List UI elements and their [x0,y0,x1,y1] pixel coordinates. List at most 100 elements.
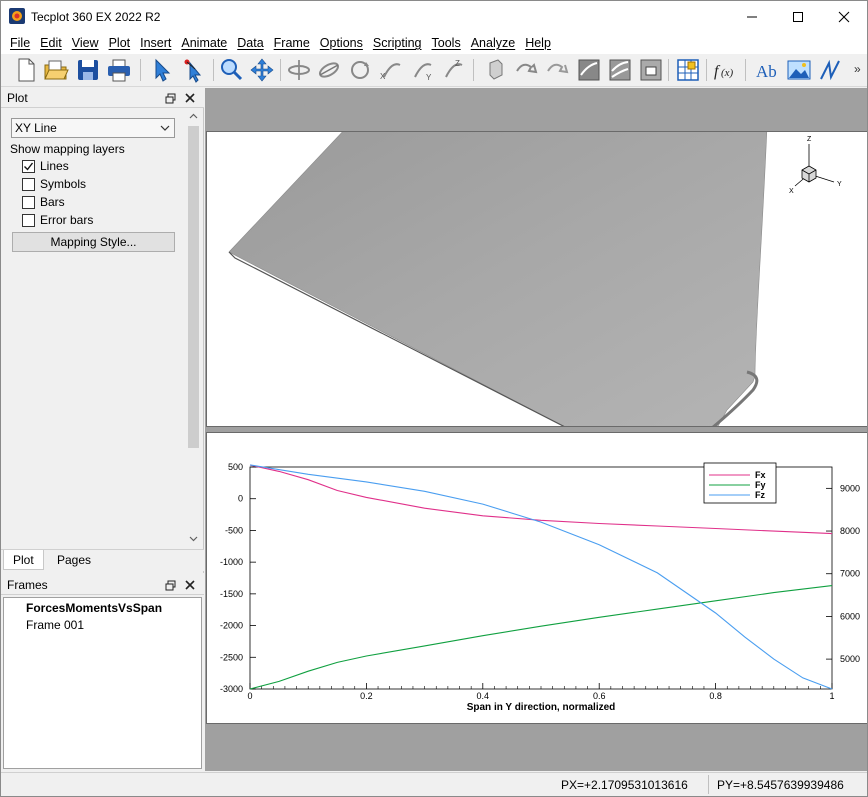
streamtrace-button[interactable] [513,57,539,83]
close-icon [838,11,850,22]
adjustor-icon [184,59,202,83]
menu-options[interactable]: Options [315,33,368,53]
plot-type-value: XY Line [15,121,57,135]
axis-triad-y-label: Y [837,181,842,188]
layer-bars-checkbox[interactable]: Bars [22,194,65,210]
frame-xy-plot[interactable]: 0 0.2 0.4 0.6 0.8 1 500 0 -500 -1000 -1500 -2000 -25… [206,432,868,724]
menu-file[interactable]: File [5,33,35,53]
y2-tick-label: 6000 [840,611,860,621]
maximize-icon [793,11,803,22]
rotate-axis-y-button[interactable]: Y [409,57,435,83]
image-button[interactable] [786,57,812,83]
zoom-button[interactable] [218,57,244,83]
menu-help[interactable]: Help [520,33,556,53]
open-layout-button[interactable] [43,57,69,83]
show-mapping-layers-label: Show mapping layers [10,142,125,156]
minimize-button[interactable] [729,1,775,32]
rotate-axis-z-button[interactable]: Z [440,57,466,83]
adjustor-button[interactable] [181,57,207,83]
y2-tick-label: 9000 [840,483,860,493]
svg-text:X: X [380,72,386,81]
menu-frame[interactable]: Frame [269,33,315,53]
window-title: Tecplot 360 EX 2022 R2 [31,10,161,24]
layer-error-bars-checkbox[interactable]: Error bars [22,212,93,228]
grid-icon [677,59,699,81]
polyline-button[interactable] [817,57,843,83]
contour-line-icon [578,59,600,81]
plot-panel-float-button[interactable] [163,91,177,105]
toolbar-separator [706,59,707,81]
menu-edit[interactable]: Edit [35,33,67,53]
menu-plot[interactable]: Plot [104,33,136,53]
checkbox[interactable] [22,177,35,191]
wing-surface-plot[interactable]: Z Y X [207,132,868,427]
legend-label-fy: Fy [755,480,766,490]
checkbox[interactable] [22,159,35,173]
selector-button[interactable] [149,57,175,83]
slice-button[interactable] [544,57,570,83]
plot-panel-scrollbar[interactable] [186,110,201,546]
menu-analyze[interactable]: Analyze [466,33,520,53]
rotate-axis-x-button[interactable]: X [378,57,404,83]
y2-tick-label: 7000 [840,569,860,579]
menu-tools[interactable]: Tools [427,33,466,53]
rotate-y-button[interactable] [316,57,342,83]
menu-data[interactable]: Data [232,33,268,53]
chart-legend: FxFyFz [703,462,777,504]
menu-insert[interactable]: Insert [135,33,176,53]
print-button[interactable] [106,57,132,83]
contour-line-button[interactable] [576,57,602,83]
frame-3d-view[interactable]: Z Y X [206,131,868,427]
scrollbar-thumb[interactable] [188,126,199,448]
probe-button[interactable] [482,57,508,83]
y-tick-label: 0 [238,494,243,504]
text-button[interactable]: Ab [755,57,781,83]
chevron-down-icon[interactable] [189,536,198,542]
legend-label-fz: Fz [755,490,765,500]
checkbox[interactable] [22,195,35,209]
tree-item-frame[interactable]: Frame 001 [26,618,84,632]
y2-tick-label: 8000 [840,526,860,536]
shade-button[interactable] [638,57,664,83]
y-tick-label: -1000 [220,557,243,567]
forces-line-chart[interactable]: 0 0.2 0.4 0.6 0.8 15000-500-1000-1500-2000-25… [207,433,868,724]
layer-label: Lines [40,159,69,173]
roll-icon [351,61,369,79]
tecplot-logo-icon [9,8,25,24]
menu-scripting[interactable]: Scripting [368,33,427,53]
layer-symbols-checkbox[interactable]: Symbols [22,176,86,192]
new-layout-button[interactable] [13,57,39,83]
status-py-readout: PY=+8.5457639939486 [717,778,844,792]
checkbox[interactable] [22,213,35,227]
maximize-button[interactable] [775,1,821,32]
layer-lines-checkbox[interactable]: Lines [22,158,69,174]
tab-pages[interactable]: Pages [48,550,100,570]
contour-flood-icon [609,59,631,81]
close-icon [185,580,195,590]
rotate-axis-x-icon: X [380,63,401,81]
function-button[interactable]: f (x) [712,57,738,83]
translate-button[interactable] [249,57,275,83]
svg-text:Y: Y [426,73,432,82]
plot-type-dropdown[interactable]: XY Line [11,118,175,138]
rotate-x-button[interactable] [286,57,312,83]
frames-panel-close-button[interactable] [183,578,197,592]
grid-button[interactable] [675,57,701,83]
chevron-up-icon[interactable] [189,113,198,119]
new-layout-icon [18,58,35,82]
toolbar-separator [213,59,214,81]
contour-flood-button[interactable] [607,57,633,83]
menu-animate[interactable]: Animate [176,33,232,53]
mapping-style-button[interactable]: Mapping Style... [12,232,175,252]
save-layout-button[interactable] [75,57,101,83]
plot-panel-close-button[interactable] [183,91,197,105]
close-button[interactable] [821,1,867,32]
roll-button[interactable] [347,57,373,83]
plot-panel-title: Plot [7,91,28,105]
frames-panel-float-button[interactable] [163,578,177,592]
status-px-readout: PX=+2.1709531013616 [561,778,688,792]
toolbar-overflow-button[interactable]: » [854,62,861,76]
menu-view[interactable]: View [67,33,104,53]
tree-item-page[interactable]: ForcesMomentsVsSpan [26,601,162,615]
tab-plot[interactable]: Plot [3,550,44,570]
